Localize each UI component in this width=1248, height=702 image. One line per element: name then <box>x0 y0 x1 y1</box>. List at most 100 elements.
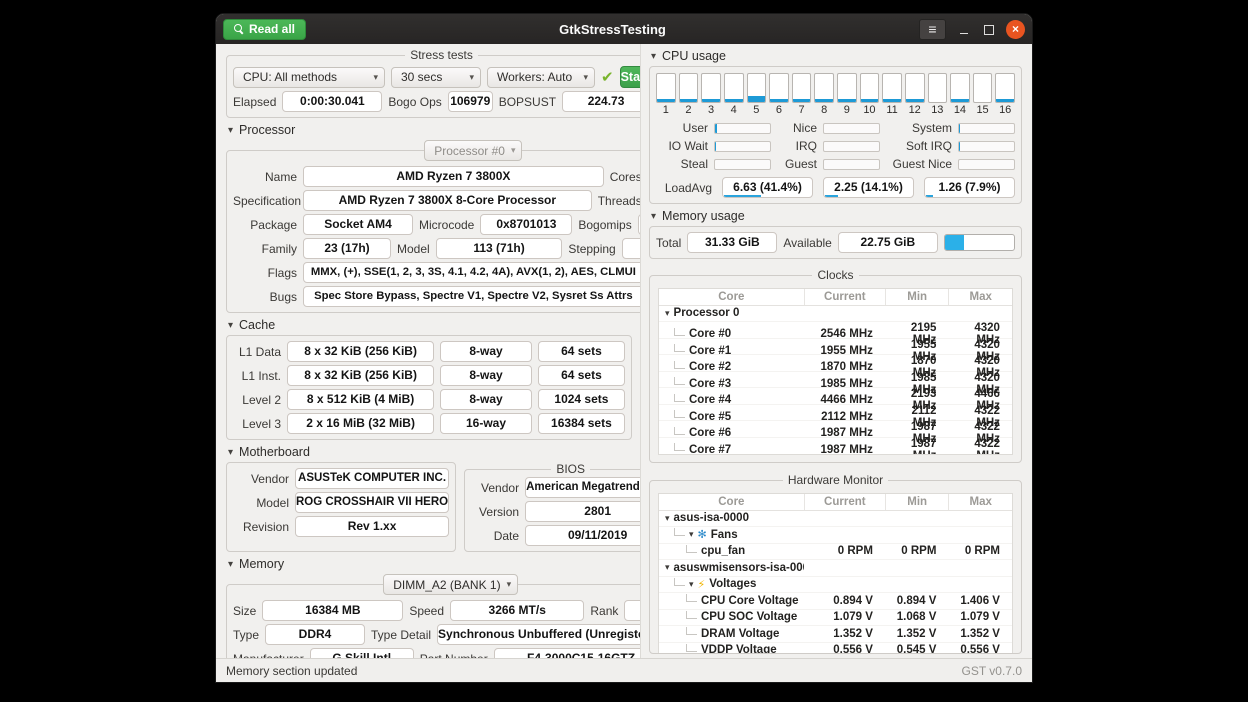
cpu-core-bar: 6 <box>769 73 789 116</box>
stressor-select[interactable]: CPU: All methods ▾ <box>233 67 385 88</box>
cpu-core-bar: 14 <box>950 73 970 116</box>
maximize-button[interactable] <box>982 20 994 38</box>
cpu-usage-expander[interactable]: ▾ CPU usage <box>651 49 1022 63</box>
hwmon-header-core[interactable]: Core <box>659 496 804 508</box>
bugs-field[interactable]: Spec Store Bypass, Spectre V1, Spectre V… <box>303 286 640 307</box>
hwmon-chip-row[interactable]: ▾asus-isa-0000 <box>659 511 1012 528</box>
clocks-group-row[interactable]: ▾Processor 0 <box>659 306 1012 323</box>
stepping-field[interactable]: 0 (0h) <box>622 238 640 259</box>
mem-rank-field[interactable]: 2 <box>624 600 640 621</box>
clock-row[interactable]: Core #5 2112 MHz 2112 MHz 4322 MHz <box>659 405 1012 422</box>
cache-size-field[interactable]: 2 x 16 MiB (32 MiB) <box>287 413 434 434</box>
bios-date-field[interactable]: 09/11/2019 <box>525 525 640 546</box>
cache-size-field[interactable]: 8 x 32 KiB (256 KiB) <box>287 365 434 386</box>
minimize-button[interactable] <box>958 20 970 38</box>
bios-date-label: Date <box>471 529 519 543</box>
cache-size-field[interactable]: 8 x 512 KiB (4 MiB) <box>287 389 434 410</box>
workers-select[interactable]: Workers: Auto ▾ <box>487 67 595 88</box>
mem-type-field[interactable]: DDR4 <box>265 624 365 645</box>
cpu-name-field[interactable]: AMD Ryzen 7 3800X <box>303 166 604 187</box>
loadavg-1min-field[interactable]: 6.63 (41.4%) <box>722 177 813 198</box>
clocks-header-max[interactable]: Max <box>948 289 1012 305</box>
processor-expander[interactable]: ▾ Processor <box>228 123 632 137</box>
cache-size-field[interactable]: 8 x 32 KiB (256 KiB) <box>287 341 434 362</box>
hwmon-header-current[interactable]: Current <box>804 494 885 510</box>
hwmon-sensor-row[interactable]: DRAM Voltage 1.352 V 1.352 V 1.352 V <box>659 626 1012 643</box>
microcode-field[interactable]: 0x8701013 <box>480 214 572 235</box>
menu-button[interactable]: ≡ <box>919 19 946 40</box>
clock-row[interactable]: Core #1 1955 MHz 1955 MHz 4320 MHz <box>659 339 1012 356</box>
mem-manufacturer-field[interactable]: G Skill Intl <box>310 648 414 658</box>
board-revision-field[interactable]: Rev 1.xx <box>295 516 449 537</box>
flags-field[interactable]: MMX, (+), SSE(1, 2, 3, 3S, 4.1, 4.2, 4A)… <box>303 262 640 283</box>
elapsed-field[interactable]: 0:00:30.041 <box>282 91 382 112</box>
mem-part-number-field[interactable]: F4-3000C15-16GTZ <box>494 648 640 658</box>
cache-sets-field[interactable]: 16384 sets <box>538 413 625 434</box>
hwmon-voltages-group-row[interactable]: ▾⚡Voltages <box>659 577 1012 594</box>
clocks-header-current[interactable]: Current <box>804 289 885 305</box>
cache-ways-field[interactable]: 8-way <box>440 341 532 362</box>
hwmon-sensor-row[interactable]: CPU SOC Voltage 1.079 V 1.068 V 1.079 V <box>659 610 1012 627</box>
cpu-usage-frame: 1 2 3 4 5 6 7 8 9 10 11 12 13 14 15 16 <box>649 66 1022 204</box>
mem-speed-label: Speed <box>409 604 444 618</box>
model-field[interactable]: 113 (71h) <box>436 238 563 259</box>
start-button[interactable]: Start <box>620 66 640 88</box>
model-label: Model <box>397 242 430 256</box>
user-meter <box>714 123 771 134</box>
mem-available-field[interactable]: 22.75 GiB <box>838 232 938 253</box>
cache-ways-field[interactable]: 8-way <box>440 365 532 386</box>
loadavg-label: LoadAvg <box>656 181 712 195</box>
bios-vendor-field[interactable]: American Megatrends Inc. <box>525 477 640 498</box>
cache-expander[interactable]: ▾ Cache <box>228 318 632 332</box>
hwmon-fans-group-row[interactable]: ▾✻Fans <box>659 527 1012 544</box>
loadavg-5min-field[interactable]: 2.25 (14.1%) <box>823 177 914 198</box>
clocks-header-min[interactable]: Min <box>885 289 949 305</box>
close-button[interactable]: × <box>1006 20 1025 39</box>
board-model-field[interactable]: ROG CROSSHAIR VII HERO <box>295 492 449 513</box>
clock-row[interactable]: Core #6 1987 MHz 1987 MHz 4322 MHz <box>659 421 1012 438</box>
clock-row[interactable]: Core #2 1870 MHz 1870 MHz 4320 MHz <box>659 355 1012 372</box>
left-panel: Stress tests CPU: All methods ▾ 30 secs … <box>216 44 640 658</box>
bopsust-field[interactable]: 224.73 <box>562 91 640 112</box>
hwmon-sensor-row[interactable]: cpu_fan 0 RPM 0 RPM 0 RPM <box>659 544 1012 561</box>
board-vendor-field[interactable]: ASUSTeK COMPUTER INC. <box>295 468 449 489</box>
specification-field[interactable]: AMD Ryzen 7 3800X 8-Core Processor <box>303 190 592 211</box>
mem-available-label: Available <box>783 236 831 250</box>
tree-expander-icon: ▾ <box>689 529 694 540</box>
mem-rank-label: Rank <box>590 604 618 618</box>
clocks-header-core[interactable]: Core <box>659 291 804 303</box>
mem-type-detail-field[interactable]: Synchronous Unbuffered (Unregistered) <box>437 624 640 645</box>
hwmon-sensor-row[interactable]: VDDP Voltage 0.556 V 0.545 V 0.556 V <box>659 643 1012 655</box>
package-field[interactable]: Socket AM4 <box>303 214 413 235</box>
mem-size-field[interactable]: 16384 MB <box>262 600 403 621</box>
clock-row[interactable]: Core #7 1987 MHz 1987 MHz 4322 MHz <box>659 438 1012 455</box>
clock-row[interactable]: Core #3 1985 MHz 1985 MHz 4320 MHz <box>659 372 1012 389</box>
cache-sets-field[interactable]: 64 sets <box>538 341 625 362</box>
loadavg-15min-field[interactable]: 1.26 (7.9%) <box>924 177 1015 198</box>
cache-ways-field[interactable]: 8-way <box>440 389 532 410</box>
mem-total-field[interactable]: 31.33 GiB <box>687 232 777 253</box>
cache-sets-field[interactable]: 64 sets <box>538 365 625 386</box>
clock-row[interactable]: Core #0 2546 MHz 2195 MHz 4320 MHz <box>659 322 1012 339</box>
hwmon-sensor-row[interactable]: CPU Core Voltage 0.894 V 0.894 V 1.406 V <box>659 593 1012 610</box>
hwmon-chip-row[interactable]: ▾asuswmisensors-isa-0000 <box>659 560 1012 577</box>
memory-expander[interactable]: ▾ Memory <box>228 557 632 571</box>
cache-sets-field[interactable]: 1024 sets <box>538 389 625 410</box>
elapsed-label: Elapsed <box>233 95 276 109</box>
bogo-ops-field[interactable]: 106979 <box>448 91 493 112</box>
mem-speed-field[interactable]: 3266 MT/s <box>450 600 584 621</box>
dimm-select[interactable]: DIMM_A2 (BANK 1) ▾ <box>383 574 518 595</box>
hwmon-header-min[interactable]: Min <box>885 494 949 510</box>
cache-ways-field[interactable]: 16-way <box>440 413 532 434</box>
bios-version-field[interactable]: 2801 <box>525 501 640 522</box>
hwmon-header-max[interactable]: Max <box>948 494 1012 510</box>
processor-select[interactable]: Processor #0 ▾ <box>424 140 522 161</box>
family-field[interactable]: 23 (17h) <box>303 238 391 259</box>
tree-expander-icon: ▾ <box>665 513 670 524</box>
motherboard-expander[interactable]: ▾ Motherboard <box>228 445 632 459</box>
clock-row[interactable]: Core #4 4466 MHz 2193 MHz 4466 MHz <box>659 388 1012 405</box>
duration-select[interactable]: 30 secs ▾ <box>391 67 481 88</box>
read-all-button[interactable]: Read all <box>223 19 306 40</box>
memory-usage-expander[interactable]: ▾ Memory usage <box>651 209 1022 223</box>
bugs-label: Bugs <box>233 290 297 304</box>
